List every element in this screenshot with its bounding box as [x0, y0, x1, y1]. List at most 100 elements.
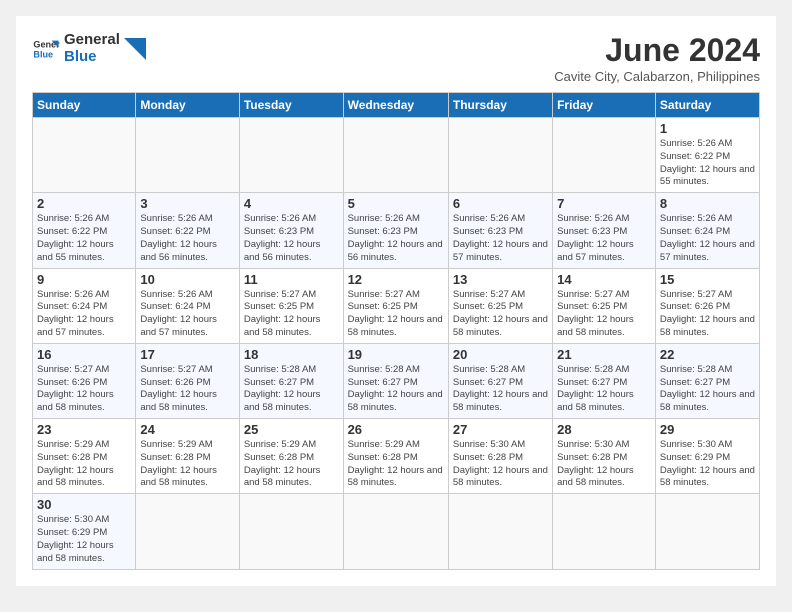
- calendar-cell: 7Sunrise: 5:26 AMSunset: 6:23 PMDaylight…: [553, 193, 656, 268]
- calendar-week-row: 23Sunrise: 5:29 AMSunset: 6:28 PMDayligh…: [33, 419, 760, 494]
- calendar-cell: 4Sunrise: 5:26 AMSunset: 6:23 PMDaylight…: [239, 193, 343, 268]
- calendar-week-row: 1 Sunrise: 5:26 AMSunset: 6:22 PMDaylight…: [33, 118, 760, 193]
- calendar-cell: [553, 494, 656, 569]
- day-info: Sunrise: 5:26 AMSunset: 6:22 PMDaylight:…: [37, 213, 131, 264]
- day-number: 15: [660, 272, 755, 287]
- calendar-cell: [655, 494, 759, 569]
- day-number: 20: [453, 347, 548, 362]
- calendar-cell: 22 Sunrise: 5:28 AMSunset: 6:27 PMDayligh…: [655, 343, 759, 418]
- day-info: Sunrise: 5:28 AMSunset: 6:27 PMDaylight:…: [453, 364, 548, 415]
- calendar-cell: 1 Sunrise: 5:26 AMSunset: 6:22 PMDaylight…: [655, 118, 759, 193]
- day-number: 22: [660, 347, 755, 362]
- logo-blue: Blue: [64, 49, 120, 66]
- day-number: 1: [660, 121, 755, 136]
- day-info: Sunrise: 5:27 AMSunset: 6:25 PMDaylight:…: [453, 289, 548, 340]
- calendar-cell: 9Sunrise: 5:26 AMSunset: 6:24 PMDaylight…: [33, 268, 136, 343]
- calendar-cell: [136, 494, 240, 569]
- calendar-cell: [33, 118, 136, 193]
- calendar-cell: 10 Sunrise: 5:26 AMSunset: 6:24 PMDayligh…: [136, 268, 240, 343]
- logo-general: General: [64, 32, 120, 49]
- calendar-cell: 25 Sunrise: 5:29 AMSunset: 6:28 PMDayligh…: [239, 419, 343, 494]
- month-title: June 2024: [554, 32, 760, 69]
- day-info: Sunrise: 5:30 AMSunset: 6:29 PMDaylight:…: [37, 514, 131, 565]
- day-number: 8: [660, 196, 755, 211]
- day-info: Sunrise: 5:29 AMSunset: 6:28 PMDaylight:…: [37, 439, 131, 490]
- day-number: 10: [140, 272, 235, 287]
- calendar-cell: 12 Sunrise: 5:27 AMSunset: 6:25 PMDayligh…: [343, 268, 448, 343]
- day-number: 19: [348, 347, 444, 362]
- day-info: Sunrise: 5:28 AMSunset: 6:27 PMDaylight:…: [348, 364, 444, 415]
- calendar-cell: 8 Sunrise: 5:26 AMSunset: 6:24 PMDaylight…: [655, 193, 759, 268]
- day-number: 17: [140, 347, 235, 362]
- day-number: 25: [244, 422, 339, 437]
- day-number: 6: [453, 196, 548, 211]
- calendar-cell: 14 Sunrise: 5:27 AMSunset: 6:25 PMDayligh…: [553, 268, 656, 343]
- day-number: 14: [557, 272, 651, 287]
- day-number: 13: [453, 272, 548, 287]
- day-info: Sunrise: 5:29 AMSunset: 6:28 PMDaylight:…: [244, 439, 339, 490]
- calendar-cell: 13 Sunrise: 5:27 AMSunset: 6:25 PMDayligh…: [448, 268, 552, 343]
- day-info: Sunrise: 5:29 AMSunset: 6:28 PMDaylight:…: [140, 439, 235, 490]
- day-info: Sunrise: 5:26 AMSunset: 6:22 PMDaylight:…: [140, 213, 235, 264]
- weekday-header-sunday: Sunday: [33, 93, 136, 118]
- calendar-cell: 28Sunrise: 5:30 AMSunset: 6:28 PMDayligh…: [553, 419, 656, 494]
- day-info: Sunrise: 5:28 AMSunset: 6:27 PMDaylight:…: [557, 364, 651, 415]
- calendar-cell: 24 Sunrise: 5:29 AMSunset: 6:28 PMDayligh…: [136, 419, 240, 494]
- title-area: June 2024 Cavite City, Calabarzon, Phili…: [554, 32, 760, 84]
- day-info: Sunrise: 5:26 AMSunset: 6:23 PMDaylight:…: [557, 213, 651, 264]
- day-info: Sunrise: 5:30 AMSunset: 6:29 PMDaylight:…: [660, 439, 755, 490]
- day-info: Sunrise: 5:26 AMSunset: 6:23 PMDaylight:…: [453, 213, 548, 264]
- day-info: Sunrise: 5:30 AMSunset: 6:28 PMDaylight:…: [453, 439, 548, 490]
- logo-icon: General Blue: [32, 35, 60, 63]
- calendar-cell: 6 Sunrise: 5:26 AMSunset: 6:23 PMDaylight…: [448, 193, 552, 268]
- day-info: Sunrise: 5:27 AMSunset: 6:25 PMDaylight:…: [557, 289, 651, 340]
- calendar-cell: [343, 118, 448, 193]
- day-number: 16: [37, 347, 131, 362]
- day-info: Sunrise: 5:27 AMSunset: 6:26 PMDaylight:…: [660, 289, 755, 340]
- calendar-cell: 16Sunrise: 5:27 AMSunset: 6:26 PMDayligh…: [33, 343, 136, 418]
- calendar-cell: [343, 494, 448, 569]
- calendar-cell: [136, 118, 240, 193]
- calendar-cell: [239, 494, 343, 569]
- day-number: 5: [348, 196, 444, 211]
- weekday-header-tuesday: Tuesday: [239, 93, 343, 118]
- calendar-cell: [448, 494, 552, 569]
- calendar-cell: 27Sunrise: 5:30 AMSunset: 6:28 PMDayligh…: [448, 419, 552, 494]
- day-info: Sunrise: 5:27 AMSunset: 6:26 PMDaylight:…: [140, 364, 235, 415]
- day-number: 30: [37, 497, 131, 512]
- day-number: 24: [140, 422, 235, 437]
- location-subtitle: Cavite City, Calabarzon, Philippines: [554, 69, 760, 84]
- day-info: Sunrise: 5:28 AMSunset: 6:27 PMDaylight:…: [244, 364, 339, 415]
- calendar-cell: 26Sunrise: 5:29 AMSunset: 6:28 PMDayligh…: [343, 419, 448, 494]
- day-info: Sunrise: 5:26 AMSunset: 6:22 PMDaylight:…: [660, 138, 755, 189]
- weekday-header-thursday: Thursday: [448, 93, 552, 118]
- day-number: 3: [140, 196, 235, 211]
- weekday-header-friday: Friday: [553, 93, 656, 118]
- logo-triangle-icon: [124, 38, 146, 60]
- calendar-table: SundayMondayTuesdayWednesdayThursdayFrid…: [32, 92, 760, 570]
- day-number: 28: [557, 422, 651, 437]
- calendar-week-row: 30 Sunrise: 5:30 AMSunset: 6:29 PMDayligh…: [33, 494, 760, 569]
- day-info: Sunrise: 5:27 AMSunset: 6:25 PMDaylight:…: [348, 289, 444, 340]
- day-number: 26: [348, 422, 444, 437]
- calendar-cell: 30 Sunrise: 5:30 AMSunset: 6:29 PMDayligh…: [33, 494, 136, 569]
- logo: General Blue General Blue: [32, 32, 146, 65]
- day-number: 12: [348, 272, 444, 287]
- day-number: 11: [244, 272, 339, 287]
- calendar-cell: 23Sunrise: 5:29 AMSunset: 6:28 PMDayligh…: [33, 419, 136, 494]
- day-info: Sunrise: 5:28 AMSunset: 6:27 PMDaylight:…: [660, 364, 755, 415]
- calendar-cell: [448, 118, 552, 193]
- day-info: Sunrise: 5:26 AMSunset: 6:23 PMDaylight:…: [348, 213, 444, 264]
- day-info: Sunrise: 5:26 AMSunset: 6:24 PMDaylight:…: [660, 213, 755, 264]
- svg-text:Blue: Blue: [33, 49, 53, 59]
- day-number: 18: [244, 347, 339, 362]
- day-info: Sunrise: 5:26 AMSunset: 6:24 PMDaylight:…: [140, 289, 235, 340]
- calendar-cell: 17 Sunrise: 5:27 AMSunset: 6:26 PMDayligh…: [136, 343, 240, 418]
- day-info: Sunrise: 5:27 AMSunset: 6:25 PMDaylight:…: [244, 289, 339, 340]
- calendar-week-row: 9 Sunrise: 5:26 AMSunset: 6:24 PMDaylight…: [33, 268, 760, 343]
- weekday-header-saturday: Saturday: [655, 93, 759, 118]
- calendar-week-row: 16 Sunrise: 5:27 AMSunset: 6:26 PMDayligh…: [33, 343, 760, 418]
- day-number: 4: [244, 196, 339, 211]
- day-number: 2: [37, 196, 131, 211]
- day-number: 9: [37, 272, 131, 287]
